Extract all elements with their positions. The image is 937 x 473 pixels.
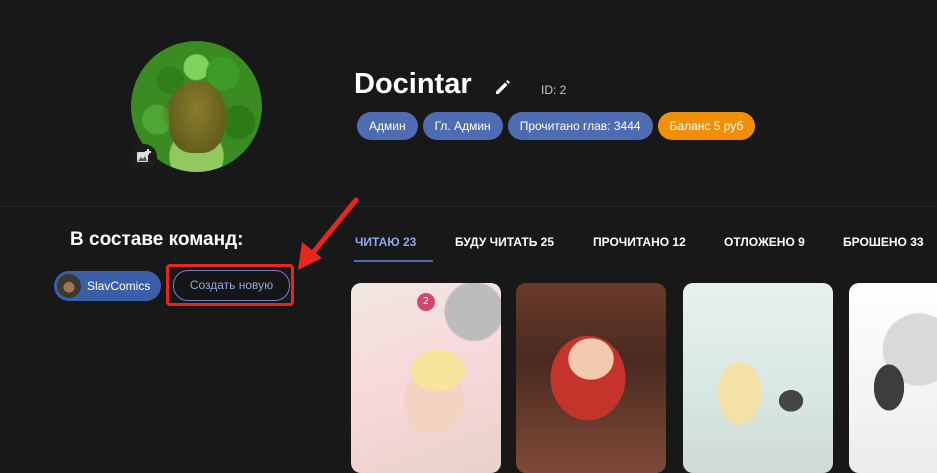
tab-dropped[interactable]: БРОШЕНО 33	[843, 235, 924, 249]
team-chip-slavcomics[interactable]: SlavComics	[54, 271, 162, 301]
profile-badges: Админ Гл. Админ Прочитано глав: 3444 Бал…	[357, 112, 756, 140]
balance-badge[interactable]: Баланс 5 руб	[657, 112, 756, 140]
tab-reading[interactable]: ЧИТАЮ 23	[355, 235, 416, 249]
add-photo-icon[interactable]	[131, 144, 157, 170]
username: Docintar	[354, 68, 472, 100]
create-team-button[interactable]: Создать новую	[173, 270, 290, 301]
manga-card[interactable]	[849, 283, 937, 473]
team-name: SlavComics	[87, 279, 151, 293]
profile-header: Docintar ID: 2 Админ Гл. Админ Прочитано…	[0, 0, 937, 207]
edit-pencil-icon[interactable]	[494, 78, 512, 96]
role-badge-head-admin: Гл. Админ	[422, 112, 503, 140]
tab-will-read[interactable]: БУДУ ЧИТАТЬ 25	[455, 235, 554, 249]
tab-postponed[interactable]: ОТЛОЖЕНО 9	[724, 235, 805, 249]
manga-card[interactable]	[516, 283, 666, 473]
team-avatar	[57, 274, 81, 298]
tab-finished[interactable]: ПРОЧИТАНО 12	[593, 235, 686, 249]
avatar-container[interactable]	[131, 41, 262, 172]
active-tab-indicator	[354, 260, 433, 262]
chapters-read-badge: Прочитано глав: 3444	[507, 112, 653, 140]
manga-card[interactable]	[683, 283, 833, 473]
library-tabs: ЧИТАЮ 23 БУДУ ЧИТАТЬ 25 ПРОЧИТАНО 12 ОТЛ…	[0, 229, 937, 263]
volume-badge: 2	[417, 293, 435, 311]
user-id: ID: 2	[541, 83, 567, 97]
role-badge-admin: Админ	[357, 112, 418, 140]
manga-card[interactable]: 2	[351, 283, 501, 473]
avatar-face	[169, 81, 225, 153]
